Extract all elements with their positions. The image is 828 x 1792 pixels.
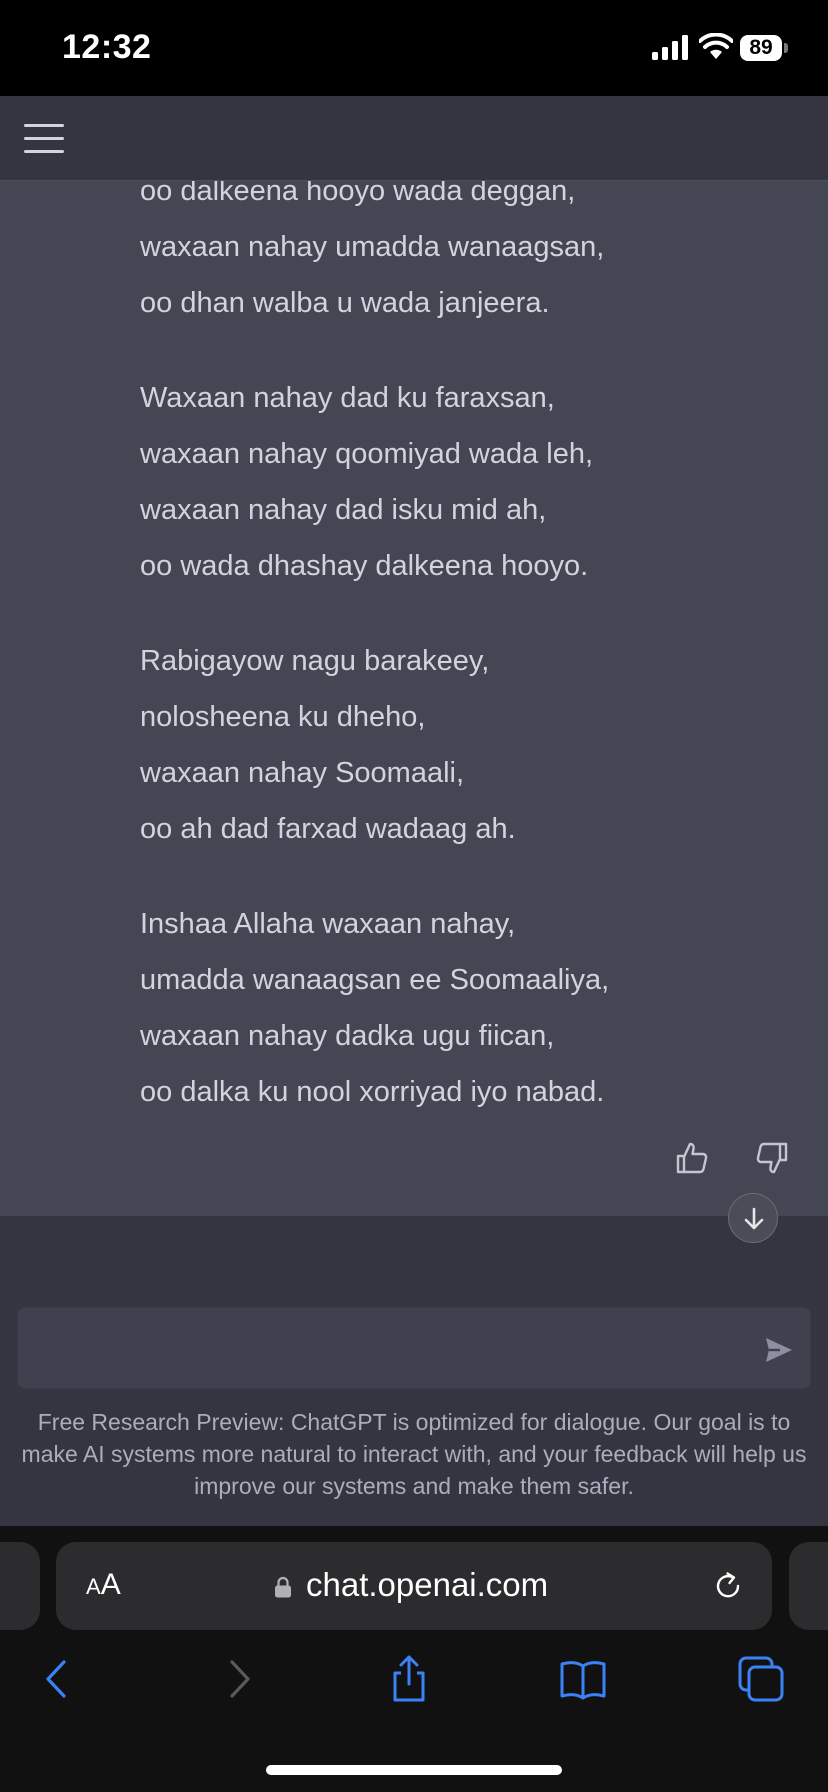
poem-line: waxaan nahay dad isku mid ah, bbox=[140, 494, 547, 526]
next-tab-peek[interactable] bbox=[789, 1542, 828, 1630]
lock-icon bbox=[275, 1576, 291, 1598]
poem-line: oo dalkeena hooyo wada deggan, bbox=[140, 180, 576, 207]
message-text: oo dalkeena hooyo wada deggan, waxaan nah… bbox=[140, 180, 800, 1159]
scroll-to-bottom-button[interactable] bbox=[728, 1193, 778, 1243]
poem-stanza: oo dalkeena hooyo wada deggan, waxaan nah… bbox=[140, 180, 800, 331]
app-header bbox=[0, 96, 828, 181]
poem-line: oo wada dhashay dalkeena hooyo. bbox=[140, 550, 589, 582]
reload-icon[interactable] bbox=[711, 1569, 745, 1603]
thumbs-down-icon[interactable] bbox=[754, 1140, 790, 1176]
url-text[interactable]: chat.openai.com bbox=[306, 1566, 548, 1604]
share-icon[interactable] bbox=[384, 1654, 434, 1704]
thumbs-up-icon[interactable] bbox=[674, 1140, 710, 1176]
back-icon[interactable] bbox=[34, 1654, 84, 1704]
poem-line: Waxaan nahay dad ku faraxsan, bbox=[140, 382, 555, 414]
poem-line: nolosheena ku dheho, bbox=[140, 701, 426, 733]
message-composer[interactable] bbox=[17, 1307, 811, 1389]
battery-icon: 89 bbox=[740, 35, 788, 63]
poem-line: oo dhan walba u wada janjeera. bbox=[140, 287, 550, 319]
status-bar: 12:32 89 bbox=[0, 0, 828, 96]
poem-stanza: Rabigayow nagu barakeey, nolosheena ku dh… bbox=[140, 633, 800, 857]
bookmarks-icon[interactable] bbox=[558, 1654, 608, 1704]
cellular-signal-icon bbox=[652, 35, 688, 60]
poem-stanza: Inshaa Allaha waxaan nahay, umadda wanaag… bbox=[140, 896, 800, 1120]
arrow-down-icon bbox=[744, 1207, 764, 1230]
poem-stanza: Waxaan nahay dad ku faraxsan, waxaan naha… bbox=[140, 370, 800, 594]
hamburger-menu-icon[interactable] bbox=[24, 124, 64, 154]
poem-line: waxaan nahay dadka ugu fiican, bbox=[140, 1020, 555, 1052]
poem-line: waxaan nahay qoomiyad wada leh, bbox=[140, 438, 594, 470]
status-time: 12:32 bbox=[62, 28, 152, 66]
tabs-icon[interactable] bbox=[736, 1654, 786, 1704]
home-indicator bbox=[266, 1765, 562, 1775]
wifi-icon bbox=[699, 33, 733, 59]
poem-line: Inshaa Allaha waxaan nahay, bbox=[140, 908, 516, 940]
text-size-label: A bbox=[86, 1574, 101, 1599]
poem-line: oo dalka ku nool xorriyad iyo nabad. bbox=[140, 1076, 605, 1108]
assistant-message: oo dalkeena hooyo wada deggan, waxaan nah… bbox=[0, 180, 828, 1216]
poem-line: Rabigayow nagu barakeey, bbox=[140, 645, 490, 677]
poem-line: waxaan nahay Soomaali, bbox=[140, 757, 465, 789]
poem-line: oo ah dad farxad wadaag ah. bbox=[140, 813, 516, 845]
poem-line: waxaan nahay umadda wanaagsan, bbox=[140, 231, 605, 263]
forward-icon[interactable] bbox=[212, 1654, 262, 1704]
disclaimer-text: Free Research Preview: ChatGPT is optimi… bbox=[21, 1409, 807, 1499]
poem-line: umadda wanaagsan ee Soomaaliya, bbox=[140, 964, 610, 996]
send-icon[interactable] bbox=[764, 1336, 794, 1364]
text-size-button[interactable]: AA bbox=[86, 1568, 121, 1602]
battery-level: 89 bbox=[740, 35, 782, 61]
message-input[interactable] bbox=[34, 1318, 738, 1380]
previous-tab-peek[interactable] bbox=[0, 1542, 40, 1630]
